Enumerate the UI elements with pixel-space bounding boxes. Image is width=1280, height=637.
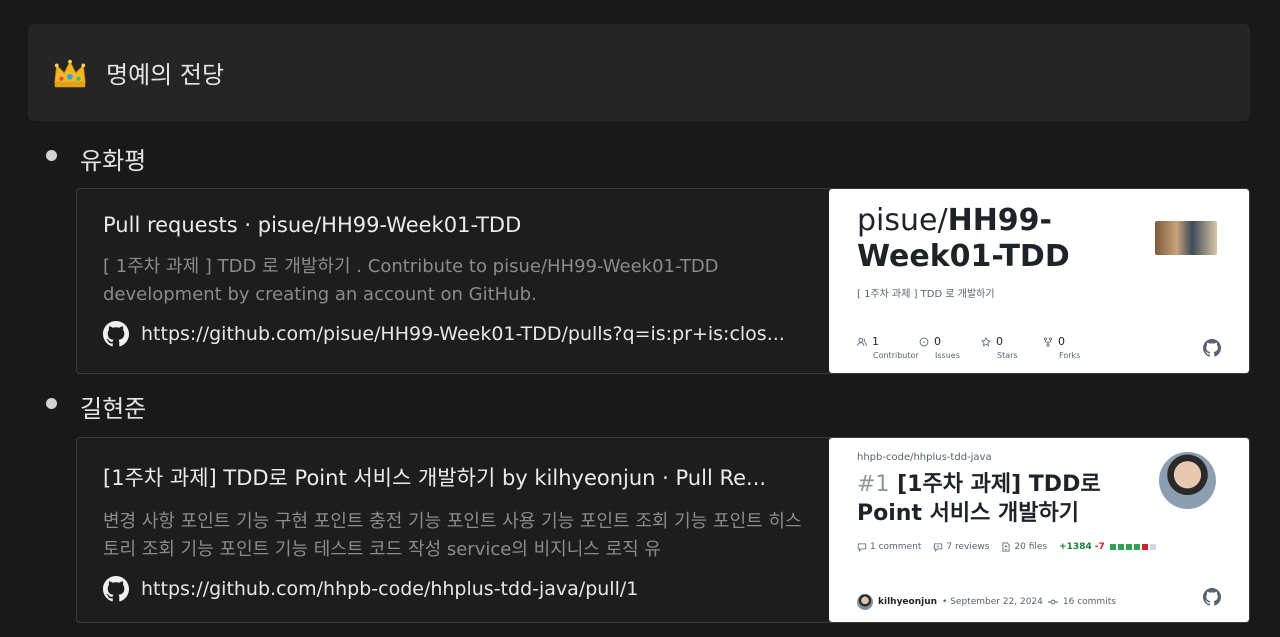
diff-bar-add: [1117, 544, 1124, 550]
author-avatar: [857, 594, 873, 610]
diff-bar-neutral: [1149, 544, 1156, 550]
bookmark-url-row[interactable]: https://github.com/hhpb-code/hhplus-tdd-…: [103, 576, 803, 602]
github-icon: [1203, 339, 1221, 357]
pr-commits: 16 commits: [1062, 597, 1116, 607]
bookmark-title: Pull requests · pisue/HH99-Week01-TDD: [103, 213, 522, 237]
person-name: 유화평: [80, 147, 147, 175]
bookmark-card[interactable]: Pull requests · pisue/HH99-Week01-TDD [ …: [76, 188, 1250, 374]
stat-forks: 0 Forks: [1043, 335, 1105, 360]
stat-count: 0: [1058, 335, 1065, 348]
file-diff-icon: [1002, 542, 1010, 552]
stat-label: Issues: [935, 351, 960, 360]
stat-label: Stars: [997, 351, 1018, 360]
pr-repo-path: hhpb-code/hhplus-tdd-java: [857, 452, 992, 463]
stat-label: Contributor: [873, 351, 919, 360]
person-name: 길현준: [80, 395, 147, 423]
bookmark-text: [1주차 과제] TDD로 Point 서비스 개발하기 by kilhyeon…: [77, 438, 829, 622]
pr-title-text: [1주차 과제] TDD로 Point 서비스 개발하기: [857, 472, 1101, 526]
people-icon: [857, 337, 867, 346]
diff-bar-add: [1125, 544, 1132, 550]
bookmark-description: [ 1주차 과제 ] TDD 로 개발하기 . Contribute to pi…: [103, 256, 719, 305]
pr-number: #1: [857, 472, 890, 497]
bullet-dot: [46, 150, 57, 161]
star-icon: [981, 336, 991, 346]
repo-thumbnail: [1155, 221, 1217, 255]
crown-emoji-icon: [50, 53, 90, 93]
diff-bar-del: [1141, 544, 1148, 550]
repo-owner: pisue/: [857, 203, 948, 238]
stat-issues: 0 Issues: [919, 335, 981, 360]
avatar: [1159, 452, 1216, 509]
diff-bars: [1109, 544, 1156, 550]
diff-bar-add: [1133, 544, 1140, 550]
stat-label: Forks: [1059, 351, 1081, 360]
pr-deletions: -7: [1094, 542, 1105, 552]
pr-author: kilhyeonjun: [878, 597, 938, 607]
pr-meta: 1 comment 7 reviews 20 files +1384 -7: [857, 542, 1156, 552]
bullet-dot: [46, 398, 57, 409]
pr-reviews: 7 reviews: [946, 542, 990, 552]
repo-stats: 1 Contributor 0 Issues 0 Stars 0 Forks: [857, 335, 1105, 360]
diff-bar-add: [1109, 544, 1116, 550]
pr-date: • September 22, 2024: [942, 597, 1043, 607]
bookmark-text: Pull requests · pisue/HH99-Week01-TDD [ …: [77, 189, 829, 373]
github-icon: [103, 321, 129, 347]
issue-icon: [919, 337, 929, 346]
hall-of-fame-callout: 명예의 전당: [28, 24, 1250, 121]
bookmark-url[interactable]: https://github.com/hhpb-code/hhplus-tdd-…: [141, 578, 638, 600]
pr-title: #1 [1주차 과제] TDD로 Point 서비스 개발하기: [857, 470, 1147, 528]
pr-files: 20 files: [1014, 542, 1048, 552]
stat-contributors: 1 Contributor: [857, 335, 919, 360]
bookmark-url-row[interactable]: https://github.com/pisue/HH99-Week01-TDD…: [103, 321, 803, 347]
review-icon: [934, 543, 943, 552]
preview-image-repo-card: pisue/HH99-Week01-TDD [ 1주차 과제 ] TDD 로 개…: [829, 189, 1249, 373]
comment-icon: [857, 543, 867, 552]
stat-count: 0: [934, 335, 941, 348]
bookmark-title: [1주차 과제] TDD로 Point 서비스 개발하기 by kilhyeon…: [103, 466, 767, 490]
callout-title: 명예의 전당: [106, 61, 225, 89]
bookmark-url[interactable]: https://github.com/pisue/HH99-Week01-TDD…: [141, 323, 785, 345]
pr-footer: kilhyeonjun • September 22, 2024 16 comm…: [857, 594, 1116, 610]
fork-icon: [1043, 336, 1053, 347]
github-icon: [1203, 588, 1221, 606]
repo-description: [ 1주차 과제 ] TDD 로 개발하기: [857, 289, 995, 300]
stat-count: 1: [872, 335, 879, 348]
stat-count: 0: [996, 335, 1003, 348]
stat-stars: 0 Stars: [981, 335, 1043, 360]
commit-icon: [1047, 599, 1058, 605]
repo-title: pisue/HH99-Week01-TDD: [857, 203, 1107, 275]
github-icon: [103, 576, 129, 602]
pr-additions: +1384: [1059, 542, 1092, 552]
preview-image-pr-card: hhpb-code/hhplus-tdd-java #1 [1주차 과제] TD…: [829, 438, 1249, 622]
bookmark-card[interactable]: [1주차 과제] TDD로 Point 서비스 개발하기 by kilhyeon…: [76, 437, 1250, 623]
pr-comments: 1 comment: [870, 542, 922, 552]
bookmark-description: 변경 사항 포인트 기능 구현 포인트 충전 기능 포인트 사용 기능 포인트 …: [103, 511, 802, 560]
